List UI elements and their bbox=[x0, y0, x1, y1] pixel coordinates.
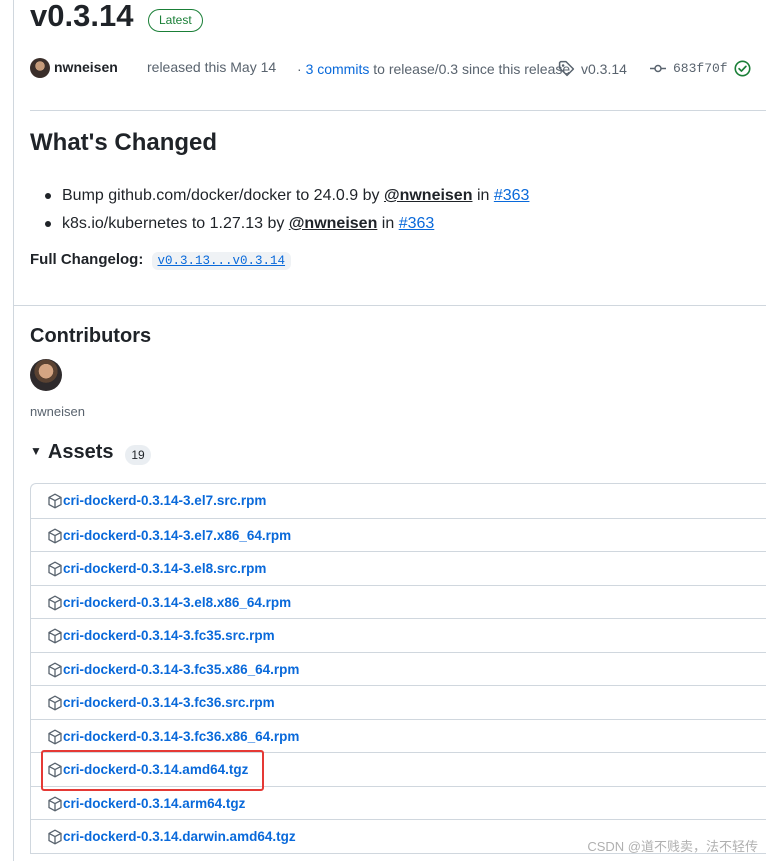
watermark: CSDN @道不贱卖，法不轻传 bbox=[587, 839, 758, 854]
asset-row: cri-dockerd-0.3.14-3.el8.x86_64.rpm bbox=[31, 584, 766, 619]
changes-list: Bump github.com/docker/docker to 24.0.9 … bbox=[30, 182, 529, 238]
caret-down-icon: ▼ bbox=[30, 444, 42, 458]
list-item: k8s.io/kubernetes to 1.27.13 by @nwneise… bbox=[30, 210, 529, 238]
pr-link[interactable]: #363 bbox=[494, 187, 530, 204]
release-meta: nwneisen released this May 14 · 3 commit… bbox=[30, 56, 760, 80]
commits-link[interactable]: 3 commits bbox=[306, 61, 370, 77]
asset-row: cri-dockerd-0.3.14-3.fc36.src.rpm bbox=[31, 685, 766, 719]
author-avatar[interactable] bbox=[30, 58, 50, 78]
asset-link[interactable]: cri-dockerd-0.3.14.darwin.amd64.tgz bbox=[63, 829, 296, 844]
package-icon bbox=[48, 595, 62, 610]
release-title: v0.3.14 bbox=[30, 0, 134, 33]
asset-link[interactable]: cri-dockerd-0.3.14-3.fc36.src.rpm bbox=[63, 695, 275, 710]
asset-link[interactable]: cri-dockerd-0.3.14-3.fc35.src.rpm bbox=[63, 628, 275, 643]
mention-link[interactable]: @nwneisen bbox=[289, 215, 378, 232]
full-changelog-label: Full Changelog: bbox=[30, 251, 144, 268]
divider bbox=[30, 110, 766, 111]
tag-icon bbox=[558, 60, 575, 77]
highlight-annotation bbox=[41, 750, 264, 791]
mention-link[interactable]: @nwneisen bbox=[384, 187, 473, 204]
asset-row: cri-dockerd-0.3.14-3.fc36.x86_64.rpm bbox=[31, 718, 766, 753]
asset-row: cri-dockerd-0.3.14-3.el8.src.rpm bbox=[31, 551, 766, 585]
released-date: released this May 14 bbox=[147, 59, 277, 75]
commit-icon bbox=[650, 64, 666, 73]
contributors-heading: Contributors bbox=[30, 325, 152, 347]
assets-toggle[interactable]: ▼ Assets bbox=[30, 441, 114, 464]
asset-link[interactable]: cri-dockerd-0.3.14-3.el8.x86_64.rpm bbox=[63, 595, 291, 610]
package-icon bbox=[48, 561, 62, 577]
pr-link[interactable]: #363 bbox=[399, 215, 435, 232]
contributor-name: nwneisen bbox=[30, 404, 85, 419]
whats-changed-heading: What's Changed bbox=[30, 129, 218, 156]
asset-row: cri-dockerd-0.3.14-3.el7.src.rpm bbox=[31, 484, 766, 518]
left-border bbox=[13, 0, 14, 861]
compare-link[interactable]: v0.3.13...v0.3.14 bbox=[151, 252, 292, 270]
asset-link[interactable]: cri-dockerd-0.3.14-3.fc35.x86_64.rpm bbox=[63, 662, 299, 677]
asset-row: cri-dockerd-0.3.14-3.fc35.x86_64.rpm bbox=[31, 651, 766, 686]
package-icon bbox=[48, 528, 62, 543]
contributor-avatar[interactable] bbox=[30, 359, 62, 391]
assets-count-badge: 19 bbox=[125, 445, 151, 465]
asset-link[interactable]: cri-dockerd-0.3.14.arm64.tgz bbox=[63, 796, 245, 811]
assets-heading: Assets bbox=[47, 441, 114, 463]
package-icon bbox=[48, 695, 62, 711]
full-changelog: Full Changelog: v0.3.13...v0.3.14 bbox=[30, 251, 292, 270]
asset-link[interactable]: cri-dockerd-0.3.14-3.el8.src.rpm bbox=[63, 561, 266, 576]
list-item: Bump github.com/docker/docker to 24.0.9 … bbox=[30, 182, 529, 210]
asset-row: cri-dockerd-0.3.14-3.el7.x86_64.rpm bbox=[31, 517, 766, 552]
package-icon bbox=[48, 662, 62, 677]
latest-badge: Latest bbox=[148, 9, 203, 32]
package-icon bbox=[48, 796, 62, 811]
divider bbox=[13, 305, 766, 306]
commit-sha-link[interactable]: 683f70f bbox=[673, 61, 728, 76]
package-icon bbox=[48, 628, 62, 644]
package-icon bbox=[48, 829, 62, 845]
author-link[interactable]: nwneisen bbox=[54, 59, 118, 75]
asset-link[interactable]: cri-dockerd-0.3.14-3.el7.src.rpm bbox=[63, 493, 266, 508]
asset-link[interactable]: cri-dockerd-0.3.14-3.el7.x86_64.rpm bbox=[63, 528, 291, 543]
verified-check-icon[interactable] bbox=[734, 60, 751, 77]
package-icon bbox=[48, 493, 62, 509]
tag-link[interactable]: v0.3.14 bbox=[581, 61, 627, 77]
asset-link[interactable]: cri-dockerd-0.3.14-3.fc36.x86_64.rpm bbox=[63, 729, 299, 744]
commits-info: · 3 commits to release/0.3 since this re… bbox=[297, 61, 571, 77]
asset-row: cri-dockerd-0.3.14-3.fc35.src.rpm bbox=[31, 618, 766, 652]
package-icon bbox=[48, 729, 62, 744]
asset-list: cri-dockerd-0.3.14-3.el7.src.rpm cri-doc… bbox=[30, 483, 766, 854]
